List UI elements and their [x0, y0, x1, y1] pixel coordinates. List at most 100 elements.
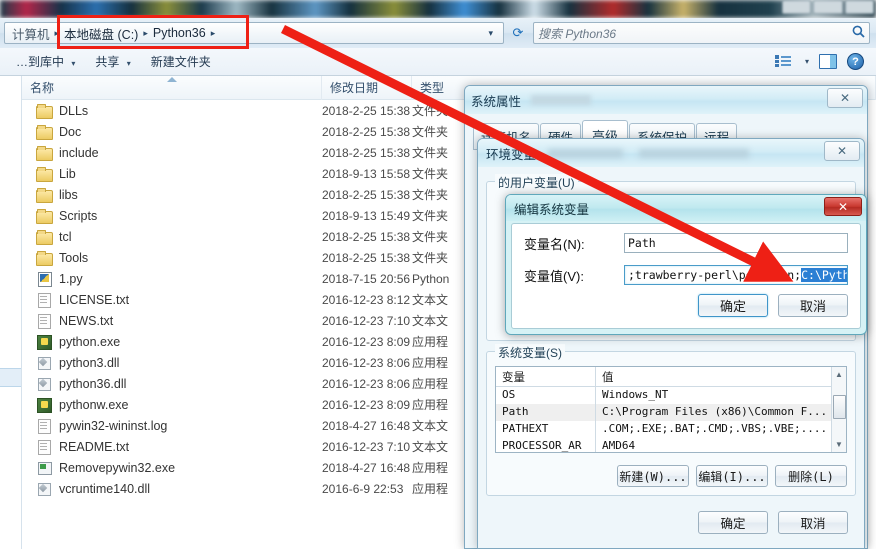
navigation-pane[interactable]: 的位置 n C:) r (E: EY (G (J:) [0, 76, 22, 549]
file-name: Removepywin32.exe [59, 460, 176, 475]
variable-value-selection[interactable]: C:\Python36 [801, 268, 847, 282]
new-variable-button[interactable]: 新建(W)... [617, 465, 689, 487]
file-name-cell[interactable]: 1.py [22, 271, 322, 287]
toolbar-item-new-folder[interactable]: 新建文件夹 [141, 50, 221, 73]
file-name-cell[interactable]: include [22, 145, 322, 161]
edit-cancel-button[interactable]: 取消 [778, 294, 848, 317]
nav-item-n[interactable]: n [0, 205, 21, 224]
file-date: 2016-12-23 8:06 [322, 376, 411, 391]
file-name-cell[interactable]: Tools [22, 250, 322, 266]
scroll-up-icon[interactable]: ▲ [832, 367, 846, 382]
file-name-cell[interactable]: Removepywin32.exe [22, 460, 322, 475]
column-header-name[interactable]: 名称 [22, 75, 322, 100]
breadcrumb-item-python36[interactable]: Python36 [150, 25, 209, 41]
file-name: LICENSE.txt [59, 292, 130, 307]
system-variables-list[interactable]: 变量 值 OS Windows_NT Path C:\Program Files (x… [495, 366, 847, 453]
folder-icon [36, 229, 53, 245]
window-controls[interactable] [782, 0, 874, 14]
file-name-cell[interactable]: python36.dll [22, 376, 322, 391]
variable-value-input[interactable]: ;trawberry-perl\perl\bin;C:\Python36 [624, 265, 848, 285]
file-name-cell[interactable]: python.exe [22, 334, 322, 350]
file-name-cell[interactable]: Doc [22, 124, 322, 140]
variable-name: Path [496, 404, 596, 421]
file-name-cell[interactable]: python3.dll [22, 355, 322, 370]
breadcrumb-dropdown-icon[interactable]: ▾ [482, 28, 499, 39]
maximize-button[interactable] [813, 0, 843, 14]
system-variable-row[interactable]: OS Windows_NT [496, 387, 846, 404]
system-variable-row[interactable]: PATHEXT .COM;.EXE;.BAT;.CMD;.VBS;.VBE;...… [496, 421, 846, 438]
breadcrumb[interactable]: 计算机 ▸ 本地磁盘 (C:) ▸ Python36 ▸ ▾ [4, 22, 504, 44]
user-variables-label: 的用户变量(U) [495, 174, 578, 191]
system-variable-row[interactable]: PROCESSOR_AR AMD64 [496, 438, 846, 452]
view-dropdown-icon[interactable]: ▾ [805, 57, 809, 66]
file-name: README.txt [59, 439, 130, 454]
toolbar-item-share[interactable]: 共享 ▾ [85, 50, 140, 73]
text-file-icon [36, 439, 52, 455]
list-scrollbar[interactable]: ▲ ▼ [831, 367, 846, 452]
file-name-cell[interactable]: README.txt [22, 439, 322, 455]
help-icon[interactable]: ? [847, 53, 864, 70]
system-variable-row[interactable]: Path C:\Program Files (x86)\Common F... [496, 404, 846, 421]
file-name-cell[interactable]: NEWS.txt [22, 313, 322, 329]
env-ok-button[interactable]: 确定 [698, 511, 768, 534]
variable-value: Windows_NT [602, 388, 669, 401]
file-date: 2018-4-27 16:48 [322, 418, 411, 433]
nav-item-drive-e[interactable]: r (E: [0, 415, 21, 434]
close-button[interactable] [844, 0, 874, 14]
breadcrumb-separator-icon: ▸ [143, 27, 148, 38]
breadcrumb-separator-icon: ▸ [210, 27, 216, 38]
search-input[interactable]: 搜索 Python36 [533, 22, 870, 44]
file-name-cell[interactable]: vcruntime140.dll [22, 481, 322, 496]
view-mode-icon[interactable] [774, 54, 791, 69]
file-name: Tools [59, 250, 89, 265]
toolbar-right-group: ▾ ? [774, 53, 870, 70]
list-column-value[interactable]: 值 [596, 367, 846, 386]
minimize-button[interactable] [782, 0, 812, 14]
edit-ok-button[interactable]: 确定 [698, 294, 768, 317]
variable-name-input[interactable]: Path [624, 233, 848, 253]
system-variables-group: 系统变量(S) 变量 值 OS Windows_NT Path C:\Program … [486, 344, 856, 496]
dll-icon [36, 481, 52, 496]
column-header-date[interactable]: 修改日期 [322, 75, 412, 100]
close-icon[interactable]: ✕ [824, 197, 862, 216]
app-icon [36, 460, 52, 475]
file-name: libs [59, 187, 78, 202]
file-name: include [59, 145, 99, 160]
nav-item-drive-c[interactable]: C:) [0, 368, 21, 387]
delete-variable-button[interactable]: 删除(L) [775, 465, 847, 487]
close-icon[interactable]: ✕ [824, 141, 860, 161]
folder-icon [36, 187, 53, 203]
scroll-down-icon[interactable]: ▼ [832, 437, 846, 452]
env-cancel-button[interactable]: 取消 [778, 511, 848, 534]
nav-item-drive-j[interactable]: (J:) [0, 517, 21, 536]
refresh-icon[interactable]: ⟳ [506, 22, 530, 44]
file-name-cell[interactable]: libs [22, 187, 322, 203]
file-date: 2016-6-9 22:53 [322, 481, 404, 496]
edit-variable-button[interactable]: 编辑(I)... [696, 465, 768, 487]
file-date: 2018-7-15 20:56 [322, 271, 411, 286]
preview-pane-icon[interactable] [819, 54, 837, 69]
file-name-cell[interactable]: pywin32-wininst.log [22, 418, 322, 434]
toolbar-item-include-in-library[interactable]: …到库中 ▾ [6, 50, 85, 73]
close-icon[interactable]: ✕ [827, 88, 863, 108]
scrollbar-thumb[interactable] [833, 395, 846, 419]
file-date: 2016-12-23 8:06 [322, 355, 411, 370]
file-name: python3.dll [59, 355, 120, 370]
variable-value: AMD64 [602, 439, 636, 452]
list-column-variable[interactable]: 变量 [496, 367, 596, 386]
nav-item-locations[interactable]: 的位置 [0, 146, 21, 165]
file-date: 2018-9-13 15:49 [322, 208, 411, 223]
file-name-cell[interactable]: tcl [22, 229, 322, 245]
breadcrumb-item-computer[interactable]: 计算机 [9, 23, 53, 44]
file-name-cell[interactable]: Lib [22, 166, 322, 182]
variable-name: PROCESSOR_AR [496, 438, 596, 452]
file-name-cell[interactable]: LICENSE.txt [22, 292, 322, 308]
edit-dialog-buttons: 确定 取消 [512, 288, 860, 317]
nav-item-drive-g[interactable]: EY (G [0, 476, 21, 495]
edit-dialog-titlebar: 编辑系统变量 ✕ [506, 195, 866, 221]
breadcrumb-item-drive[interactable]: 本地磁盘 (C:) [61, 23, 141, 44]
folder-icon [36, 208, 53, 224]
file-name-cell[interactable]: pythonw.exe [22, 397, 322, 413]
file-name-cell[interactable]: DLLs [22, 103, 322, 119]
file-name-cell[interactable]: Scripts [22, 208, 322, 224]
